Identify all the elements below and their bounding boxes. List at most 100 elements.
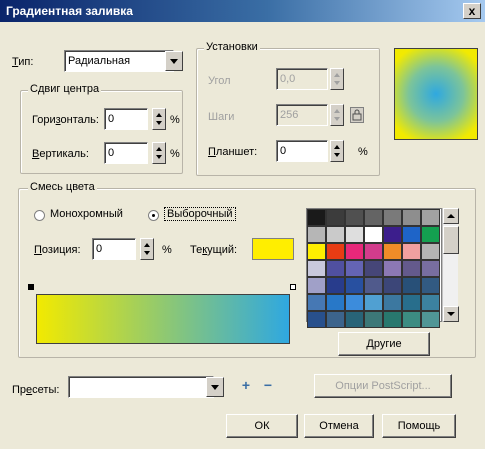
color-blend-label: Смесь цвета xyxy=(28,181,97,193)
ok-button[interactable]: ОК xyxy=(226,414,298,438)
position-spinner[interactable] xyxy=(140,238,154,260)
palette-swatch[interactable] xyxy=(364,226,383,243)
horizontal-label: Горизонталь: xyxy=(32,114,99,126)
chevron-down-icon xyxy=(170,59,178,64)
palette-swatch[interactable] xyxy=(326,260,345,277)
palette-swatch[interactable] xyxy=(402,311,421,328)
palette-swatch[interactable] xyxy=(402,209,421,226)
gradient-start-marker[interactable] xyxy=(28,284,34,290)
chevron-down-icon xyxy=(211,385,219,390)
horizontal-offset-spinner[interactable] xyxy=(152,108,166,130)
gradient-end-marker[interactable] xyxy=(290,284,296,290)
palette-swatch[interactable] xyxy=(421,294,440,311)
position-input[interactable]: 0 xyxy=(92,238,136,260)
presets-dropdown-button[interactable] xyxy=(206,377,224,397)
palette-swatch[interactable] xyxy=(307,311,326,328)
palette-swatch[interactable] xyxy=(383,260,402,277)
scroll-down-button[interactable] xyxy=(443,306,459,322)
palette-swatch[interactable] xyxy=(383,226,402,243)
palette-swatch[interactable] xyxy=(364,277,383,294)
add-preset-icon[interactable]: + xyxy=(236,375,256,395)
palette-swatch[interactable] xyxy=(307,226,326,243)
palette-swatch[interactable] xyxy=(421,243,440,260)
palette-swatch[interactable] xyxy=(421,277,440,294)
palette-swatch[interactable] xyxy=(402,226,421,243)
palette-swatch[interactable] xyxy=(383,277,402,294)
angle-label: Угол xyxy=(208,75,231,87)
palette-swatch[interactable] xyxy=(421,311,440,328)
palette-swatch[interactable] xyxy=(383,294,402,311)
palette-swatch[interactable] xyxy=(364,311,383,328)
presets-input[interactable] xyxy=(68,376,214,398)
cancel-button[interactable]: Отмена xyxy=(304,414,374,438)
vertical-offset-input[interactable]: 0 xyxy=(104,142,148,164)
current-color-swatch[interactable] xyxy=(252,238,294,260)
palette-swatch[interactable] xyxy=(307,209,326,226)
horizontal-offset-input[interactable]: 0 xyxy=(104,108,148,130)
palette-swatch[interactable] xyxy=(326,311,345,328)
palette-swatch[interactable] xyxy=(364,260,383,277)
close-button[interactable]: x xyxy=(463,3,481,19)
palette-swatch[interactable] xyxy=(421,260,440,277)
other-colors-button[interactable]: Другие xyxy=(338,332,430,356)
palette-grid[interactable] xyxy=(306,208,442,328)
palette-swatch[interactable] xyxy=(402,294,421,311)
position-label: Позиция: xyxy=(34,244,81,256)
palette-swatch[interactable] xyxy=(402,277,421,294)
palette-swatch[interactable] xyxy=(345,260,364,277)
palette-scrollbar[interactable] xyxy=(442,208,459,322)
gradient-blend-bar[interactable] xyxy=(36,294,290,344)
palette-swatch[interactable] xyxy=(364,243,383,260)
postscript-options-button[interactable]: Опции PostScript... xyxy=(314,374,452,398)
custom-label: Выборочный xyxy=(164,207,236,221)
two-color-radio[interactable] xyxy=(34,210,45,221)
angle-spinner[interactable] xyxy=(330,68,344,90)
palette-swatch[interactable] xyxy=(383,311,402,328)
palette-swatch[interactable] xyxy=(421,226,440,243)
window-title: Градиентная заливка xyxy=(6,4,133,18)
palette-swatch[interactable] xyxy=(364,294,383,311)
palette-swatch[interactable] xyxy=(345,277,364,294)
palette-swatch[interactable] xyxy=(345,226,364,243)
palette-swatch[interactable] xyxy=(326,243,345,260)
steps-spinner[interactable] xyxy=(330,104,344,126)
palette-swatch[interactable] xyxy=(307,260,326,277)
palette-swatch[interactable] xyxy=(402,260,421,277)
pad-input[interactable]: 0 xyxy=(276,140,328,162)
palette-swatch[interactable] xyxy=(345,294,364,311)
scroll-thumb[interactable] xyxy=(443,226,459,254)
remove-preset-icon[interactable]: − xyxy=(258,375,278,395)
palette-swatch[interactable] xyxy=(326,277,345,294)
steps-input[interactable]: 256 xyxy=(276,104,328,126)
palette-swatch[interactable] xyxy=(307,294,326,311)
current-label: Текущий: xyxy=(190,244,238,256)
lock-steps-button[interactable] xyxy=(350,107,364,123)
palette-swatch[interactable] xyxy=(402,243,421,260)
palette-swatch[interactable] xyxy=(345,209,364,226)
palette-swatch[interactable] xyxy=(383,209,402,226)
center-offset-label: Сдвиг центра xyxy=(28,83,102,95)
scroll-up-button[interactable] xyxy=(443,208,459,224)
type-dropdown-button[interactable] xyxy=(165,51,183,71)
palette-swatch[interactable] xyxy=(326,294,345,311)
palette-swatch[interactable] xyxy=(383,243,402,260)
palette-swatch[interactable] xyxy=(421,209,440,226)
palette-swatch[interactable] xyxy=(326,209,345,226)
palette-swatch[interactable] xyxy=(345,243,364,260)
palette-swatch[interactable] xyxy=(307,243,326,260)
custom-radio[interactable] xyxy=(148,210,159,221)
vertical-percent: % xyxy=(170,148,180,160)
type-select-value: Радиальная xyxy=(68,55,131,67)
type-select[interactable]: Радиальная xyxy=(64,50,174,72)
palette-swatch[interactable] xyxy=(345,311,364,328)
palette-swatch[interactable] xyxy=(364,209,383,226)
vertical-label: Вертикаль: xyxy=(32,148,89,160)
palette-swatch[interactable] xyxy=(307,277,326,294)
vertical-offset-spinner[interactable] xyxy=(152,142,166,164)
palette-swatch[interactable] xyxy=(326,226,345,243)
angle-input[interactable]: 0,0 xyxy=(276,68,328,90)
pad-percent: % xyxy=(358,146,368,158)
help-button[interactable]: Помощь xyxy=(382,414,456,438)
title-bar: Градиентная заливка xyxy=(0,0,485,22)
pad-spinner[interactable] xyxy=(330,140,344,162)
